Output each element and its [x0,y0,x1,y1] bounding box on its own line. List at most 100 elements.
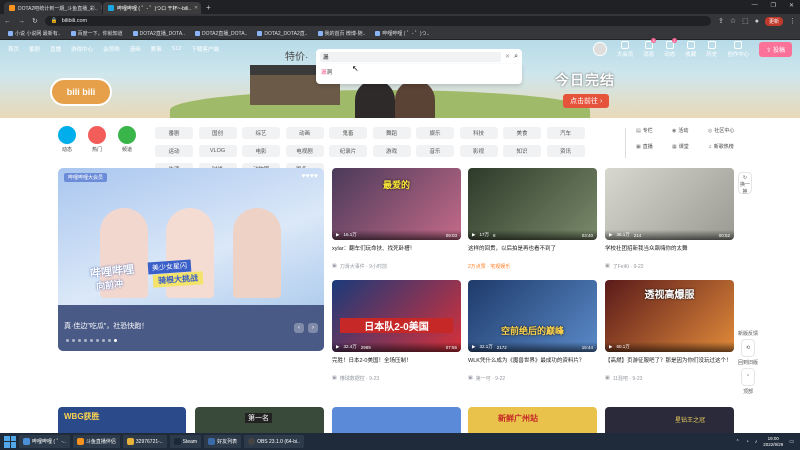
search-suggestion-item[interactable]: 漏洞 [321,68,517,76]
carousel-dot[interactable] [66,339,69,342]
video-card-partial[interactable]: 星钻王之冠 [605,407,734,433]
channel-chip[interactable]: VLOG [198,145,237,157]
bookmark-item[interactable]: 小说 小说网 最新有.. [8,30,61,37]
channel-chip[interactable]: 娱乐 [416,127,454,139]
channel-chip[interactable]: 国创 [198,127,237,139]
side-link-classroom[interactable]: ▦ 课堂 [672,143,708,151]
new-tab-button[interactable]: + [206,2,211,14]
channel-chip[interactable]: 运动 [155,145,193,157]
url-field[interactable]: 🔒 bilibili.com [44,16,711,26]
clock[interactable]: 19:00 2022/9/29 [763,436,783,448]
minimize-button[interactable]: — [752,2,758,9]
channel-chip[interactable]: 电影 [242,145,280,157]
video-card-partial[interactable] [332,407,461,433]
video-title[interactable]: 完胜！日本2-0美国！全场压制！ [332,357,461,373]
video-thumbnail[interactable]: 最爱的 ▶ 16.1万 09:03 [332,168,461,240]
user-avatar[interactable] [592,42,607,56]
tab-close-icon[interactable]: ✕ [194,5,198,11]
nav-manga[interactable]: 漫画 [130,45,141,53]
video-card[interactable]: 空前绝后的巅峰 ▶ 32.1万 2172 15:44 WLK凭什么成为《魔兽世界》最成… [468,280,597,382]
bookmark-item[interactable]: 百度一下，你就知道 [70,30,123,37]
carousel-dot[interactable] [90,339,93,342]
carousel-dot[interactable] [102,339,105,342]
channel-chip[interactable]: 鬼畜 [329,127,367,139]
channel-chip[interactable]: 番剧 [155,127,193,139]
channel-chip[interactable]: 舞蹈 [372,127,411,139]
nav-creator[interactable]: 创作中心 [727,40,749,58]
channel-chip[interactable]: 动画 [285,127,324,139]
video-card-partial[interactable]: 新鲜广州站 [468,407,597,433]
channel-chip[interactable]: 综艺 [242,127,280,139]
video-thumbnail[interactable]: ▶ 17万 8 03:40 [468,168,597,240]
video-thumbnail[interactable]: 空前绝后的巅峰 ▶ 32.1万 2172 15:44 [468,280,597,352]
video-meta[interactable]: 2万点赞 · 宅观娱乐 [468,263,597,270]
promo-carousel[interactable]: 哔哩哔哩大会员 ♥♥♥♥ 哔哩哔哩 美少女星闪 骑根大挑战 向前冲 真·佳边"吃… [58,168,324,351]
video-card[interactable]: 透视高爆服 ▶ 60.1万 【高燃】页游征服吧了？那是因为你们没玩过这个！ ▣ 11… [605,280,734,382]
bookmark-item[interactable]: DOTA2直播_DOTA.. [132,30,185,37]
side-link-column[interactable]: ▤ 专栏 [636,127,672,135]
video-card[interactable]: ▶ 36.1万 214 00:52 学校社团招新我当众飙嗨你的太舞 ▣ 了FeiKi ·… [605,168,734,270]
side-link-community[interactable]: ◎ 社区中心 [708,127,744,135]
nav-dynamic[interactable]: 1 动态 [664,37,677,58]
video-card[interactable]: 日本队2-0美国 ▶ 32.4万 2989 07:55 完胜！日本2-0美国！全场压制… [332,280,461,382]
back-to-top-button[interactable]: ⌃ [741,368,755,386]
taskbar-item[interactable]: 32976721-.. [122,435,167,448]
channel-chip[interactable]: 资讯 [546,145,585,157]
nav-esports[interactable]: 赛事 [151,45,162,53]
tab-close-icon[interactable]: ✕ [101,5,102,11]
network-icon[interactable]: ◔ [746,439,749,445]
notification-icon[interactable]: ▭ [789,439,794,445]
extensions-icon[interactable]: ⬚ [742,17,749,25]
tray-expand-icon[interactable]: ⌃ [736,439,740,445]
nav-shop[interactable]: 会员购 [103,45,120,53]
nav-messages[interactable]: 4 消息 [643,37,656,58]
taskbar-item[interactable]: 斗鱼直播伴侣 [72,435,120,448]
bookmark-star-icon[interactable]: ☆ [730,17,736,25]
old-version-button[interactable]: ⟲ [741,339,755,357]
windows-start-icon[interactable] [4,435,16,448]
nav-live[interactable]: 直播 [50,45,61,53]
nav-anime[interactable]: 番剧 [29,45,40,53]
side-link-music[interactable]: ♫ 新歌热榜 [708,143,744,151]
channel-chip[interactable]: 电视剧 [285,145,324,157]
video-card-partial[interactable]: 第一名 [195,407,324,433]
taskbar-item[interactable]: 好友列表 [204,435,242,448]
close-window-button[interactable]: ✕ [789,2,794,9]
share-icon[interactable]: ⇪ [718,17,724,25]
nav-download[interactable]: 下载客户端 [191,45,219,53]
carousel-next-button[interactable]: › [308,323,318,333]
bookmark-item[interactable]: 哔哩哔哩 ( ゜- ゜)つ.. [375,30,429,37]
nav-vip[interactable]: 大会员 [617,40,633,58]
quick-link-channel[interactable]: 频道 [118,126,136,153]
video-title[interactable]: 这样的回贯，以后拍是再也看不到了 [468,245,597,261]
channel-chip[interactable]: 音乐 [416,145,454,157]
nav-game-center[interactable]: 游戏中心 [71,45,93,53]
reload-icon[interactable]: ↻ [32,17,38,25]
nav-history[interactable]: 历史 [706,40,717,58]
search-input[interactable] [320,51,502,62]
bookmark-item[interactable]: DOTA2直播_DOTA.. [194,30,247,37]
bilibili-logo[interactable]: bili bili [50,78,112,106]
maximize-button[interactable]: ❐ [771,2,776,9]
carousel-dot[interactable] [72,339,75,342]
browser-tab[interactable]: DOTA2吧统计到一期_斗鱼直播_彩.. ✕ [4,2,102,14]
channel-chip[interactable]: 科技 [459,127,498,139]
taskbar-item[interactable]: OBS 23.1.0 (64-bi.. [244,435,304,448]
channel-chip[interactable]: 游戏 [372,145,411,157]
carousel-dot[interactable] [108,339,111,342]
video-title[interactable]: 【高燃】页游征服吧了？那是因为你们没玩过这个！ [605,357,734,373]
video-thumbnail[interactable]: 日本队2-0美国 ▶ 32.4万 2989 07:55 [332,280,461,352]
channel-chip[interactable]: 美食 [503,127,541,139]
menu-icon[interactable]: ⋮ [789,17,796,25]
channel-chip[interactable]: 汽车 [546,127,585,139]
nav-home[interactable]: 首页 [8,45,19,53]
video-thumbnail[interactable]: ▶ 36.1万 214 00:52 [605,168,734,240]
video-card-partial[interactable]: WBG获胜 [58,407,186,433]
carousel-dot[interactable] [78,339,81,342]
search-icon[interactable]: ⌕ [514,53,518,61]
video-meta[interactable]: ▣ 11混吧 · 9-23 [605,375,734,382]
quick-link-dynamic[interactable]: 动态 [58,126,76,153]
upload-button[interactable]: ⇧ 投稿 [759,41,792,57]
side-link-live[interactable]: ▣ 直播 [636,143,672,151]
search-clear-icon[interactable]: ✕ [505,53,510,60]
